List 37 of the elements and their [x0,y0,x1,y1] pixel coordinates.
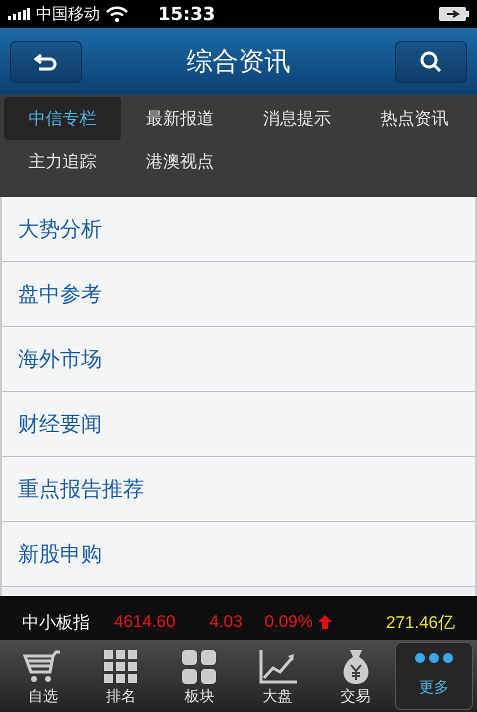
signal-icon [8,8,30,20]
search-button[interactable] [395,40,467,82]
carrier-name: 中国移动 [36,4,100,24]
page-title: 综合资讯 [186,46,290,79]
list-item[interactable]: 重点报告推荐 [2,457,475,522]
tab-bar-item[interactable]: 板块 [160,642,238,710]
status-time: 15:33 [158,4,216,24]
back-button[interactable] [10,40,82,82]
wifi-icon [106,6,128,22]
turnover-value: 271.46亿 [386,612,455,634]
list-item[interactable]: 海外市场 [2,327,475,392]
list-item[interactable]: 新股申购 [2,522,475,587]
blocks-icon [182,650,216,684]
category-tab[interactable]: 中信专栏 [4,97,122,140]
grid-icon [104,650,138,684]
list-item[interactable]: 财经要闻 [2,392,475,457]
category-tab[interactable]: 主力追踪 [4,140,122,183]
search-icon [419,50,443,74]
tab-bar-item[interactable]: 交易 [316,642,395,710]
list-item[interactable]: 盘中参考 [2,262,475,327]
back-arrow-icon [34,52,58,72]
category-tab[interactable]: 消息提示 [238,97,356,140]
tab-bar-item[interactable]: 大盘 [238,642,317,710]
index-percent: 0.09% [264,612,313,632]
category-tab[interactable]: 港澳视点 [121,140,238,183]
more-icon [414,652,454,664]
tab-bar-item[interactable]: 排名 [82,642,160,710]
category-tab[interactable]: 最新报道 [121,97,238,140]
index-name: 中小板指 [22,612,90,634]
battery-icon [439,7,469,21]
index-price: 4614.60 [114,612,176,632]
tab-bar-item[interactable]: 自选 [4,642,82,710]
index-change: 4.03 [209,612,243,632]
list-item[interactable]: 大势分析 [2,197,475,262]
tab-bar-item[interactable]: 更多 [394,642,473,710]
chart-icon [258,650,297,684]
category-tab[interactable]: 热点资讯 [356,97,473,140]
